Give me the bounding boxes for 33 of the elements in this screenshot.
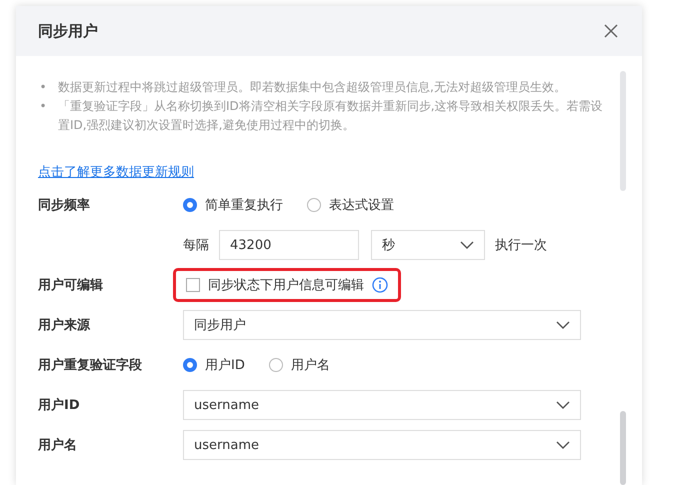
- interval-suffix: 执行一次: [495, 237, 547, 254]
- close-button[interactable]: [604, 24, 618, 38]
- chevron-down-icon: [556, 401, 570, 409]
- scrollbar-thumb[interactable]: [620, 411, 626, 485]
- select-field[interactable]: username: [183, 430, 581, 460]
- note-text: 「重复验证字段」从名称切换到ID将清空相关字段原有数据并重新同步,这将导致相关权限丢失。若需设置ID,强烈建议初次设置时选择,避免使用过程中的切换。: [58, 98, 604, 134]
- dialog-title: 同步用户: [38, 22, 98, 40]
- select-field[interactable]: 同步用户: [183, 310, 581, 340]
- checkbox[interactable]: [186, 278, 200, 292]
- unit-select[interactable]: 秒: [371, 230, 485, 260]
- radio-option[interactable]: 用户名: [268, 356, 330, 374]
- scrollbar-thumb[interactable]: [620, 71, 626, 192]
- bullet: •: [38, 98, 48, 115]
- rules-link[interactable]: 点击了解更多数据更新规则: [38, 163, 194, 181]
- field-label: 用户可编辑: [38, 276, 104, 294]
- radio-option[interactable]: 用户ID: [183, 356, 245, 374]
- chevron-down-icon: [556, 321, 570, 329]
- note-text: 数据更新过程中将跳过超级管理员。即若数据集中包含超级管理员信息,无法对超级管理员生效。: [58, 79, 567, 96]
- field-label: 用户来源: [38, 316, 92, 334]
- interval-input[interactable]: 43200: [219, 230, 359, 260]
- field-label: 用户重复验证字段: [38, 356, 143, 374]
- field-label: 用户名: [38, 436, 78, 454]
- bullet: •: [38, 79, 48, 96]
- field-label: 同步频率: [38, 196, 91, 214]
- interval-prefix: 每隔: [183, 237, 209, 254]
- radio-option[interactable]: 表达式设置: [307, 196, 394, 214]
- select-field[interactable]: username: [183, 390, 581, 420]
- checkbox-label: 同步状态下用户信息可编辑: [208, 277, 364, 294]
- info-icon[interactable]: [372, 277, 388, 293]
- chevron-down-icon: [460, 241, 474, 249]
- radio-option[interactable]: 简单重复执行: [183, 196, 283, 214]
- field-label: 用户ID: [38, 396, 81, 414]
- chevron-down-icon: [556, 441, 570, 449]
